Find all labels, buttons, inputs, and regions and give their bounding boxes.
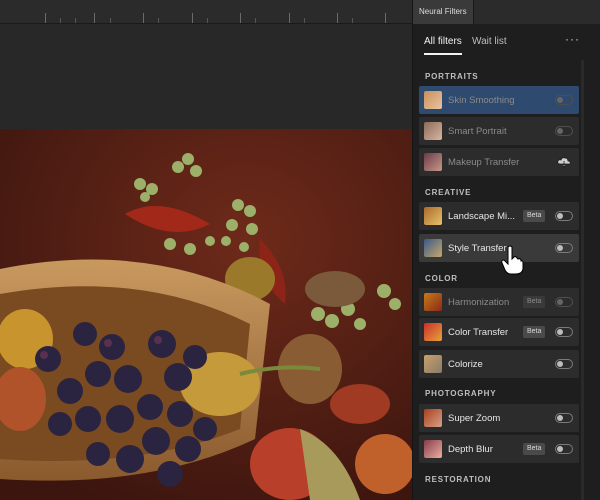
hand-pointer-icon	[501, 245, 524, 275]
section-label-creative: CREATIVE	[425, 188, 472, 197]
filter-thumbnail	[424, 293, 442, 311]
filter-thumbnail	[424, 239, 442, 257]
beta-badge: Beta	[523, 210, 546, 222]
filter-tabs: All filters Wait list ···	[413, 24, 600, 56]
tab-wait-list[interactable]: Wait list	[472, 36, 507, 47]
filter-thumbnail	[424, 207, 442, 225]
cloud-download-icon[interactable]	[557, 156, 571, 168]
filter-name: Skin Smoothing	[448, 95, 515, 106]
filter-thumbnail	[424, 91, 442, 109]
filter-thumbnail	[424, 122, 442, 140]
section-label-color: COLOR	[425, 274, 458, 283]
filter-toggle[interactable]	[555, 327, 573, 337]
filter-row-depth-blur[interactable]: Depth Blur Beta	[419, 435, 579, 463]
filter-row-harmonization[interactable]: Harmonization Beta	[419, 288, 579, 316]
filter-row-style-transfer[interactable]: Style Transfer	[419, 234, 579, 262]
horizontal-ruler[interactable]	[0, 0, 412, 24]
document-image[interactable]	[0, 129, 412, 500]
beta-badge: Beta	[523, 443, 546, 455]
filter-toggle[interactable]	[555, 359, 573, 369]
canvas-pasteboard	[0, 24, 412, 129]
photoshop-window: Neural Filters All filters Wait list ···…	[0, 0, 600, 500]
filter-row-makeup-transfer[interactable]: Makeup Transfer	[419, 148, 579, 176]
filter-thumbnail	[424, 440, 442, 458]
canvas-workspace	[0, 24, 412, 500]
filter-name: Depth Blur	[448, 444, 493, 455]
filter-toggle[interactable]	[555, 413, 573, 423]
filter-toggle[interactable]	[555, 126, 573, 136]
filter-name: Style Transfer	[448, 243, 507, 254]
filter-toggle[interactable]	[555, 95, 573, 105]
filter-name: Smart Portrait	[448, 126, 507, 137]
filter-row-super-zoom[interactable]: Super Zoom	[419, 404, 579, 432]
filter-name: Super Zoom	[448, 413, 501, 424]
filter-row-skin-smoothing[interactable]: Skin Smoothing	[419, 86, 579, 114]
tab-all-filters[interactable]: All filters	[424, 36, 462, 55]
filter-name: Colorize	[448, 359, 483, 370]
filter-row-smart-portrait[interactable]: Smart Portrait	[419, 117, 579, 145]
more-horizontal-icon[interactable]: ···	[565, 32, 580, 46]
beta-badge: Beta	[523, 326, 546, 338]
beta-badge: Beta	[523, 296, 546, 308]
filter-name: Makeup Transfer	[448, 157, 520, 168]
filter-row-landscape-mi[interactable]: Landscape Mi... Beta	[419, 202, 579, 230]
filter-toggle[interactable]	[555, 444, 573, 454]
filter-thumbnail	[424, 409, 442, 427]
section-label-photography: PHOTOGRAPHY	[425, 389, 497, 398]
section-label-portraits: PORTRAITS	[425, 72, 479, 81]
filter-toggle[interactable]	[555, 211, 573, 221]
filter-toggle[interactable]	[555, 297, 573, 307]
fruit-bowl-photo	[0, 129, 412, 500]
panel-title-tab[interactable]: Neural Filters	[413, 0, 474, 24]
panel-scrollbar[interactable]	[581, 60, 584, 500]
filter-thumbnail	[424, 153, 442, 171]
filter-name: Landscape Mi...	[448, 211, 516, 222]
filter-toggle[interactable]	[555, 243, 573, 253]
filter-thumbnail	[424, 355, 442, 373]
panel-header: Neural Filters	[413, 0, 600, 24]
filter-row-color-transfer[interactable]: Color Transfer Beta	[419, 318, 579, 346]
filter-thumbnail	[424, 323, 442, 341]
filter-row-colorize[interactable]: Colorize	[419, 350, 579, 378]
section-label-restoration: RESTORATION	[425, 475, 492, 484]
filter-name: Harmonization	[448, 297, 510, 308]
filter-name: Color Transfer	[448, 327, 509, 338]
